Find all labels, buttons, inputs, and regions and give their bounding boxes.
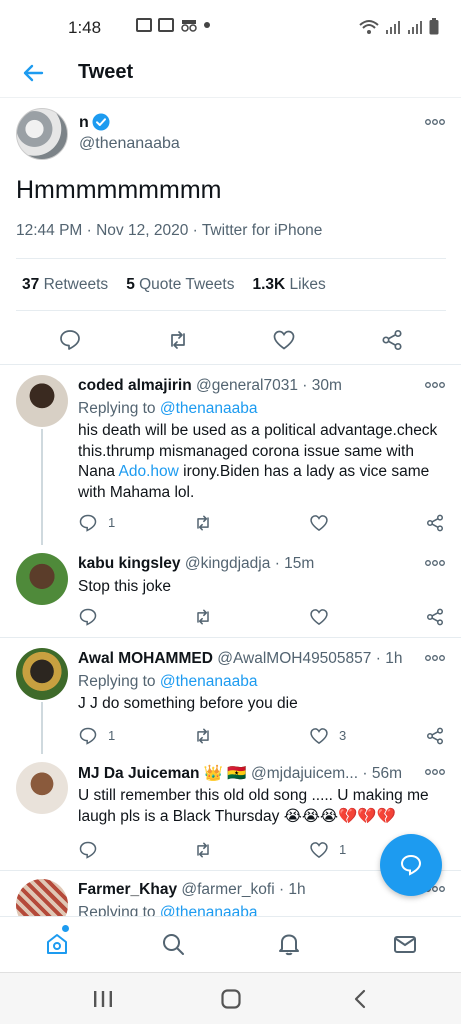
reply-text: his death will be used as a political ad… [78,422,438,501]
top-app-bar: Tweet [0,52,461,98]
replying-to: Replying to @thenanaaba [78,904,258,916]
heart-icon[interactable] [309,513,329,533]
likes-stat[interactable]: 1.3K Likes [252,276,325,294]
avatar[interactable] [16,762,68,814]
share-icon[interactable] [425,726,445,746]
thread-line [41,429,43,545]
reply-count: 1 [108,515,116,530]
share-icon[interactable] [425,513,445,533]
reply-actions: 1 [78,511,448,535]
heart-icon[interactable] [309,726,329,746]
status-time: 1:48 [68,18,102,37]
recent-apps-icon[interactable] [92,989,114,1009]
like-count: 1 [339,842,347,857]
author-name[interactable]: n [79,114,89,132]
list-item[interactable]: kabu kingsley @kingdjadja · 15m Stop thi… [0,545,461,637]
share-icon[interactable] [425,607,445,627]
arrow-left-icon[interactable] [20,60,46,86]
retweets-stat[interactable]: 37 Retweets [22,276,108,294]
more-horizontal-icon[interactable] [424,654,446,662]
retweet-icon[interactable] [193,840,213,860]
status-bar: 1:48 [0,0,461,52]
system-navigation-bar [0,972,461,1024]
avatar[interactable] [16,375,68,427]
more-notifications-dot-icon [204,22,210,28]
page-title: Tweet [78,61,134,83]
battery-icon [429,18,439,35]
reply-icon[interactable] [78,840,98,860]
reply-icon[interactable] [78,513,98,533]
reply-text: Stop this joke [78,578,172,595]
list-item[interactable]: coded almajirin @general7031 · 30m Reply… [0,365,461,545]
mail-icon[interactable] [392,931,418,957]
reply-icon[interactable] [78,726,98,746]
divider [16,258,446,259]
search-icon[interactable] [160,931,186,957]
tweet-timestamp: 12:44 PM · Nov 12, 2020 · Twitter for iP… [16,222,323,239]
signal-icon [386,21,400,34]
heart-icon[interactable] [309,840,329,860]
more-horizontal-icon[interactable] [424,768,446,776]
status-notification-icons [108,18,210,32]
incognito-icon [181,20,197,32]
home-icon[interactable] [44,931,70,957]
notification-dot [62,925,69,932]
share-icon[interactable] [380,328,404,352]
reply-header: MJ Da Juiceman 👑 🇬🇭 @mjdajuicem... · 56m [78,765,402,782]
reply-actions [78,605,448,629]
more-horizontal-icon[interactable] [424,118,446,126]
author-handle[interactable]: @thenanaaba [79,135,180,153]
avatar[interactable] [16,108,68,160]
divider [16,310,446,311]
avatar[interactable] [16,648,68,700]
quote-tweets-stat[interactable]: 5 Quote Tweets [126,276,234,294]
tweet-actions [0,322,461,358]
list-item[interactable]: Awal MOHAMMED @AwalMOH49505857 · 1h Repl… [0,638,461,754]
wifi-icon [359,20,379,34]
avatar[interactable] [16,879,68,916]
retweet-icon[interactable] [193,607,213,627]
image-notification-icon [158,18,174,32]
replying-to: Replying to @thenanaaba [78,673,258,690]
reply-text: U still remember this old old song .....… [78,787,429,825]
gallery-notification-icon [136,18,152,32]
heart-icon[interactable] [272,328,296,352]
like-count: 3 [339,728,347,743]
more-horizontal-icon[interactable] [424,381,446,389]
more-horizontal-icon[interactable] [424,559,446,567]
hashtag-link[interactable]: Ado.how [119,463,179,480]
replies-list: coded almajirin @general7031 · 30m Reply… [0,364,461,916]
reply-text: J J do something before you die [78,695,298,712]
reply-header: Farmer_Khay @farmer_kofi · 1h [78,881,306,898]
retweet-icon[interactable] [166,328,190,352]
reply-header: coded almajirin @general7031 · 30m [78,377,342,394]
bottom-nav [0,916,461,972]
retweet-icon[interactable] [193,726,213,746]
home-button-icon[interactable] [220,989,242,1009]
reply-count: 1 [108,728,116,743]
retweet-icon[interactable] [193,513,213,533]
reply-icon[interactable] [58,328,82,352]
tweet-stats: 37 Retweets 5 Quote Tweets 1.3K Likes [22,276,326,294]
replying-to: Replying to @thenanaaba [78,400,258,417]
avatar[interactable] [16,553,68,605]
bell-icon[interactable] [276,931,302,957]
heart-icon[interactable] [309,607,329,627]
reply-header: Awal MOHAMMED @AwalMOH49505857 · 1h [78,650,403,667]
reply-actions: 1 3 [78,724,448,748]
tweet-author: n @thenanaaba [16,108,446,168]
status-system-icons [359,18,439,35]
compose-reply-button[interactable] [380,834,442,896]
tweet-text: Hmmmmmmmmm [16,176,222,204]
reply-header: kabu kingsley @kingdjadja · 15m [78,555,315,572]
signal-2-icon [408,21,422,34]
thread-line [41,702,43,754]
reply-icon[interactable] [78,607,98,627]
back-button-icon[interactable] [350,989,372,1009]
compose-reply-icon [400,854,422,876]
verified-badge-icon [92,113,110,131]
